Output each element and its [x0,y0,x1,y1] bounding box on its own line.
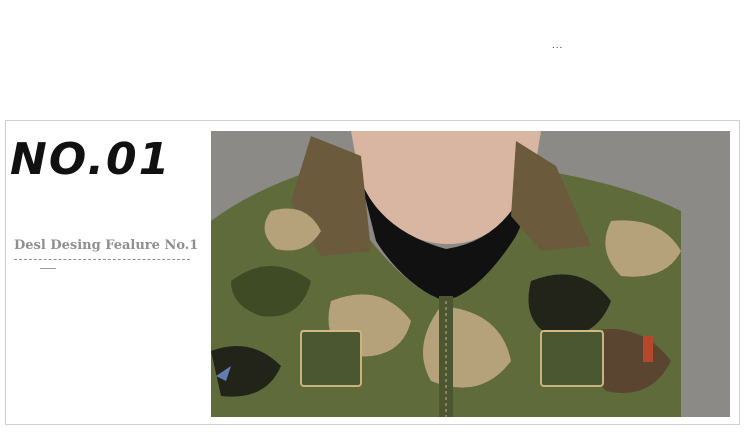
feature-subheading: Desl Desing Fealure No.1 [14,238,198,260]
camo-jacket-illustration [211,131,730,417]
sleeve-patch [643,336,653,362]
right-pocket [540,330,604,387]
feature-number-heading: NO.01 [10,134,172,185]
product-photo [211,131,730,417]
photo-edge [681,131,730,417]
divider-mark [40,268,56,269]
ellipsis-marker: ... [552,40,564,51]
left-pocket [300,330,362,387]
